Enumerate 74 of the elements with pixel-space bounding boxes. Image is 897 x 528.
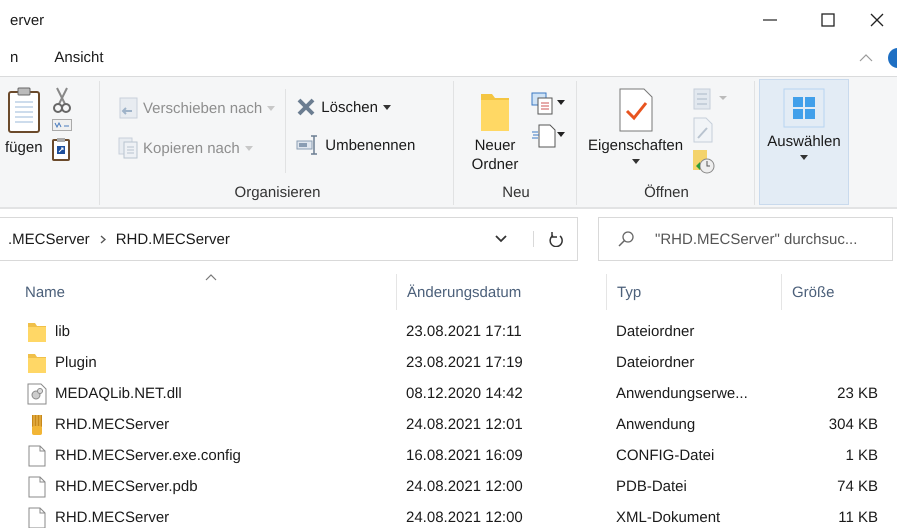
size-cell: 74 KB [837, 478, 878, 495]
date-cell: 08.12.2020 14:42 [406, 385, 523, 402]
size-cell: 304 KB [828, 416, 878, 433]
file-icon [27, 444, 47, 466]
ribbon-tab[interactable]: n [10, 40, 28, 76]
ribbon-button[interactable]: Auswählen [759, 79, 849, 205]
clipboard-icon [8, 86, 40, 134]
sort-ascending-icon [204, 274, 216, 281]
group-label: Organisieren [234, 184, 320, 200]
scissors-icon[interactable] [52, 87, 72, 113]
type-cell: CONFIG-Datei [616, 447, 714, 464]
size-cell: 23 KB [837, 385, 878, 402]
copy-to-icon [118, 137, 138, 159]
new-item-icon[interactable] [530, 91, 566, 117]
type-cell: Dateiordner [616, 354, 694, 371]
column-header[interactable]: Name [0, 274, 397, 310]
paste-button[interactable]: fügen [4, 81, 44, 158]
ribbon-button[interactable]: Eigenschaften [583, 81, 688, 165]
date-cell: 24.08.2021 12:01 [406, 416, 523, 433]
ribbon-tab[interactable]: Ansicht [54, 40, 114, 76]
collapse-ribbon-icon[interactable] [859, 54, 873, 62]
date-cell: 16.08.2021 16:09 [406, 447, 523, 464]
copy-path-icon[interactable] [52, 119, 72, 131]
minimize-icon [763, 19, 777, 21]
easy-access-icon[interactable] [530, 123, 566, 149]
search-icon [618, 231, 634, 247]
delete-icon [296, 97, 316, 117]
size-cell: 11 KB [838, 509, 878, 526]
file-name[interactable]: RHD.MECServer.pdb [55, 478, 198, 495]
search-field[interactable]: "RHD.MECServer" durchsuc... [598, 217, 893, 261]
ribbon-button[interactable]: Neuer Ordner [460, 81, 530, 175]
ribbon-button[interactable]: Löschen [292, 95, 420, 119]
type-cell: Anwendung [616, 416, 696, 433]
folder-icon [27, 320, 47, 342]
date-cell: 23.08.2021 17:11 [406, 323, 522, 340]
close-icon [870, 13, 884, 27]
column-header[interactable]: Typ [607, 274, 782, 310]
paste-shortcut-icon[interactable] [52, 137, 70, 161]
history-icon[interactable] [692, 149, 716, 175]
group-label: Öffnen [644, 184, 689, 200]
folder-icon [27, 352, 47, 374]
date-cell: 24.08.2021 12:00 [406, 478, 523, 495]
type-cell: PDB-Datei [616, 478, 687, 495]
size-cell: 1 KB [845, 447, 878, 464]
type-cell: Anwendungserwe... [616, 385, 748, 402]
file-name[interactable]: Plugin [55, 354, 97, 371]
properties-icon [618, 88, 653, 132]
file-name[interactable]: MEDAQLib.NET.dll [55, 385, 182, 402]
date-cell: 24.08.2021 12:00 [406, 509, 523, 526]
file-name[interactable]: RHD.MECServer [55, 509, 170, 526]
type-cell: XML-Dokument [616, 509, 720, 526]
maximize-icon [821, 13, 835, 27]
group-label: Neu [502, 184, 530, 200]
breadcrumb[interactable]: .MECServer [8, 230, 90, 248]
window-title: erver [10, 12, 46, 28]
column-header[interactable]: Größe [782, 274, 888, 310]
type-cell: Dateiordner [616, 323, 694, 340]
breadcrumb[interactable]: RHD.MECServer [116, 230, 230, 248]
chevron-down-icon [495, 235, 507, 243]
chevron-right-icon [100, 234, 106, 244]
dll-file-icon [27, 382, 47, 404]
refresh-icon [548, 231, 562, 247]
address-bar[interactable]: .MECServer RHD.MECServer [0, 217, 578, 261]
file-name[interactable]: lib [55, 323, 70, 340]
file-name[interactable]: RHD.MECServer [55, 416, 170, 433]
file-icon [27, 476, 47, 498]
move-to-icon [118, 97, 138, 119]
help-icon[interactable] [887, 47, 897, 69]
file-icon [27, 506, 47, 528]
ribbon-button[interactable]: Umbenennen [292, 133, 420, 157]
column-header[interactable]: Änderungsdatum [397, 274, 607, 310]
date-cell: 23.08.2021 17:19 [406, 354, 523, 371]
file-name[interactable]: RHD.MECServer.exe.config [55, 447, 241, 464]
select-grid-icon [783, 88, 825, 128]
